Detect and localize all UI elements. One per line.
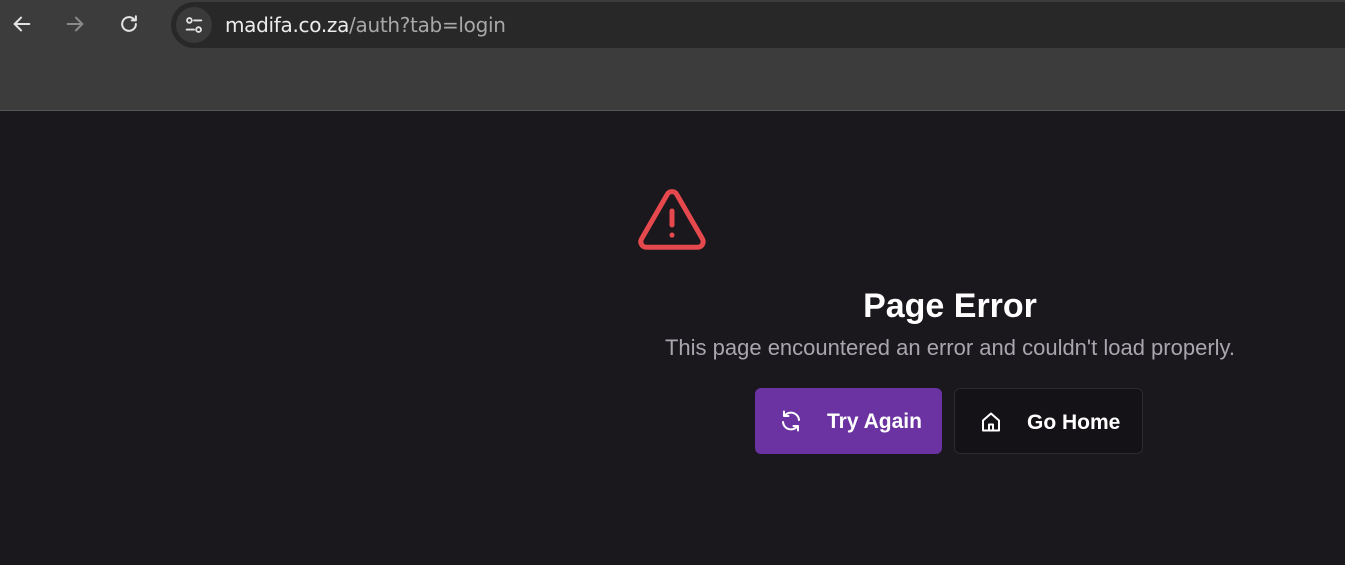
back-button[interactable] <box>5 7 39 41</box>
go-home-label: Go Home <box>1027 411 1121 434</box>
site-info-button[interactable] <box>176 7 212 43</box>
try-again-label: Try Again <box>827 410 922 433</box>
warning-triangle-icon <box>638 189 706 250</box>
reload-button[interactable] <box>112 7 146 41</box>
tune-icon <box>185 17 203 33</box>
refresh-icon <box>782 410 800 432</box>
home-icon <box>982 412 1000 432</box>
page-title: Page Error <box>863 287 1037 325</box>
browser-toolbar: madifa.co.za/auth?tab=login <box>0 0 1345 50</box>
url-path: /auth?tab=login <box>349 13 506 37</box>
try-again-button[interactable]: Try Again <box>755 388 942 454</box>
url-host: madifa.co.za <box>225 13 350 37</box>
arrow-right-icon <box>66 16 84 32</box>
forward-button[interactable] <box>58 7 92 41</box>
address-bar[interactable]: madifa.co.za/auth?tab=login <box>171 2 1345 48</box>
reload-icon <box>121 15 137 32</box>
error-message: This page encountered an error and could… <box>664 335 1236 360</box>
url-text[interactable]: madifa.co.za/auth?tab=login <box>225 14 506 36</box>
go-home-button[interactable]: Go Home <box>954 388 1143 454</box>
bookmarks-bar <box>0 50 1345 111</box>
arrow-left-icon <box>13 16 31 32</box>
